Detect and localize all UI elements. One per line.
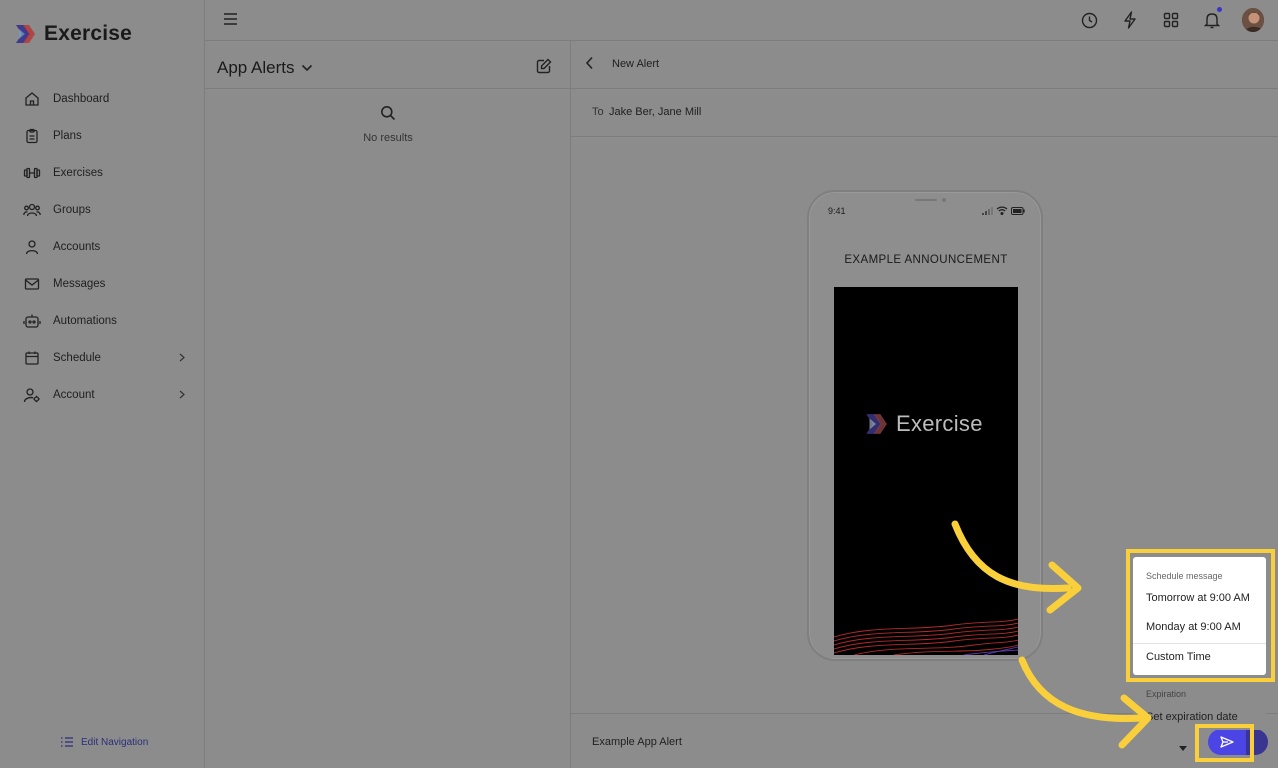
chevron-right-icon (177, 390, 187, 400)
edit-navigation-label: Edit Navigation (81, 736, 149, 748)
user-avatar-image (1242, 8, 1264, 32)
schedule-dropdown-caret[interactable] (1179, 738, 1187, 756)
top-bar-actions (1078, 7, 1264, 33)
bell-icon[interactable] (1201, 7, 1223, 33)
banner-brand: Exercise (896, 411, 983, 436)
sidebar-item-label: Exercises (53, 166, 103, 179)
user-gear-icon (22, 385, 42, 405)
exercise-logo-icon (866, 414, 887, 434)
clipboard-icon (22, 126, 42, 146)
sidebar-item-accounts[interactable]: Accounts (22, 228, 187, 265)
sidebar-item-schedule[interactable]: Schedule (22, 339, 187, 376)
alerts-panel: App Alerts No results (205, 41, 571, 768)
notification-dot (1217, 7, 1222, 12)
announcement-banner: Exercise (834, 287, 1018, 655)
alerts-title: App Alerts (217, 58, 295, 77)
brand-name: Exercise (44, 22, 133, 45)
highlight-send-button (1195, 724, 1254, 762)
sidebar-nav: Dashboard Plans Exercises Groups Account… (22, 80, 187, 413)
highlight-schedule-menu (1126, 549, 1275, 682)
list-icon (61, 737, 73, 747)
back-button[interactable] (585, 56, 594, 75)
recipients-row[interactable]: To Jake Ber, Jane Mill (571, 89, 1278, 137)
alert-name-value[interactable]: Example App Alert (592, 736, 682, 748)
sidebar-item-plans[interactable]: Plans (22, 117, 187, 154)
detail-title: New Alert (612, 58, 660, 70)
search-icon (381, 106, 396, 121)
top-bar (205, 0, 1278, 41)
wifi-icon (996, 206, 1008, 215)
sidebar-item-exercises[interactable]: Exercises (22, 154, 187, 191)
alerts-header: App Alerts (205, 41, 570, 89)
avatar[interactable] (1242, 7, 1264, 33)
sidebar-item-label: Automations (53, 314, 117, 327)
history-icon[interactable] (1078, 7, 1100, 33)
announcement-card: EXAMPLE ANNOUNCEMENT Exercise (817, 238, 1035, 658)
grid-icon[interactable] (1160, 7, 1182, 33)
chevron-down-icon (301, 64, 312, 72)
calendar-icon (22, 348, 42, 368)
alerts-title-dropdown[interactable]: App Alerts (217, 58, 313, 78)
compose-alert-button[interactable] (536, 58, 552, 79)
chevron-right-icon (177, 353, 187, 363)
sidebar: Exercise Dashboard Plans Exercises Group… (0, 0, 205, 768)
announcement-heading: EXAMPLE ANNOUNCEMENT (844, 254, 1008, 266)
phone-speaker (915, 199, 937, 201)
sidebar-item-label: Messages (53, 277, 106, 290)
recipients-value: Jake Ber, Jane Mill (609, 106, 702, 118)
sidebar-item-label: Dashboard (53, 92, 110, 105)
phone-preview: 9:41 EXAMPLE ANNOUNCEMENT Exercise (807, 190, 1043, 661)
expiration-menu: Expiration Set expiration date (1133, 678, 1266, 730)
sidebar-item-account[interactable]: Account (22, 376, 187, 413)
battery-icon (1011, 206, 1025, 215)
bolt-icon[interactable] (1119, 7, 1141, 33)
detail-header: New Alert (571, 41, 1278, 89)
phone-status-icons (982, 206, 1025, 215)
banner-wave-decoration (834, 618, 1018, 655)
users-icon (22, 200, 42, 220)
set-expiration-option[interactable]: Set expiration date (1146, 711, 1238, 723)
sidebar-item-label: Schedule (53, 351, 101, 364)
mail-icon (22, 274, 42, 294)
banner-logo: Exercise (864, 411, 983, 437)
sidebar-item-dashboard[interactable]: Dashboard (22, 80, 187, 117)
brand-logo[interactable]: Exercise (14, 22, 132, 46)
sidebar-item-label: Accounts (53, 240, 101, 253)
signal-icon (982, 207, 993, 215)
dumbbell-icon (22, 163, 42, 183)
caret-down-icon (1179, 746, 1187, 751)
sidebar-item-messages[interactable]: Messages (22, 265, 187, 302)
empty-state-text: No results (363, 132, 413, 144)
sidebar-item-groups[interactable]: Groups (22, 191, 187, 228)
sidebar-item-label: Plans (53, 129, 82, 142)
exercise-logo-icon (16, 25, 35, 43)
sidebar-item-label: Account (53, 388, 95, 401)
menu-toggle-icon[interactable] (223, 12, 238, 31)
chevron-left-icon (585, 56, 593, 70)
edit-navigation-link[interactable]: Edit Navigation (60, 736, 148, 748)
to-label: To (592, 106, 604, 118)
robot-icon (22, 311, 42, 331)
home-icon (22, 89, 42, 109)
phone-status-time: 9:41 (828, 206, 846, 216)
sidebar-item-automations[interactable]: Automations (22, 302, 187, 339)
phone-camera (942, 198, 946, 202)
empty-state: No results (205, 105, 571, 144)
user-icon (22, 237, 42, 257)
expiration-header: Expiration (1146, 689, 1187, 699)
edit-square-icon (536, 58, 552, 74)
sidebar-item-label: Groups (53, 203, 91, 216)
